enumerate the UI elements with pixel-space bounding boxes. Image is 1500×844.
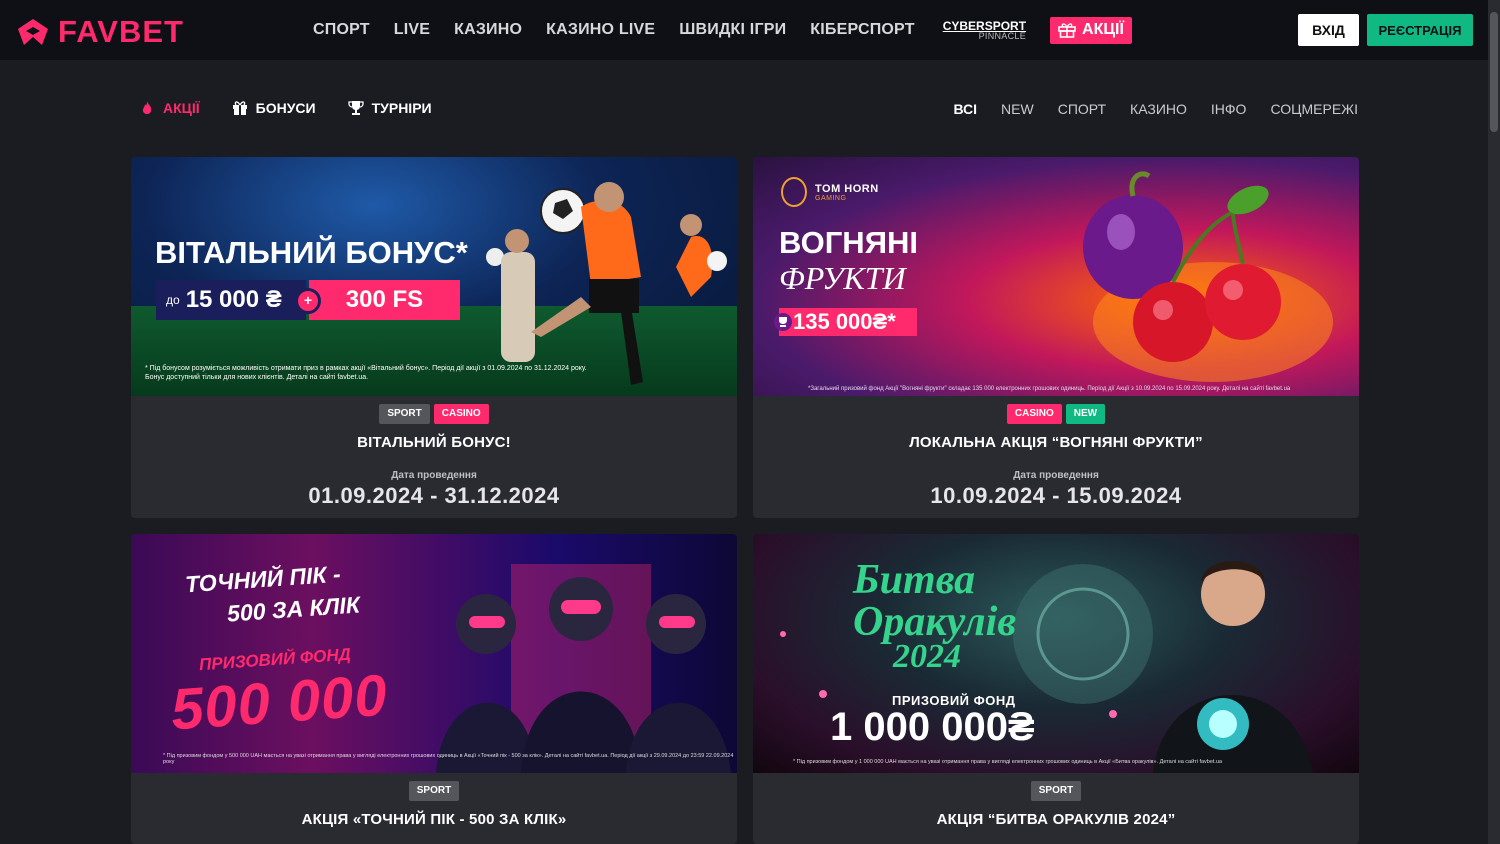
card-tags: SPORT bbox=[753, 781, 1359, 801]
tom-horn-logo: TOM HORN GAMING bbox=[781, 177, 879, 207]
promo-subnav: АКЦІЇ БОНУСИ ТУРНІРИ bbox=[139, 100, 432, 116]
filter-casino[interactable]: КАЗИНО bbox=[1130, 101, 1187, 117]
tag-casino: CASINO bbox=[433, 404, 489, 424]
gift-icon bbox=[1058, 23, 1076, 38]
promo-card[interactable]: Битва Оракулів 2024 ПРИЗОВИЙ ФОНД 1 000 … bbox=[753, 534, 1359, 844]
card-body: SPORT CASINO ВІТАЛЬНИЙ БОНУС! Дата прове… bbox=[131, 396, 737, 509]
prize-amount: 135 000₴* bbox=[793, 309, 896, 334]
category-filters: ВСІ NEW СПОРТ КАЗИНО ІНФО СОЦМЕРЕЖІ bbox=[953, 101, 1358, 117]
banner-title-year: 2024 bbox=[893, 638, 961, 675]
banner-fine-print: *Загальний призовий фонд Акції "Вогняні … bbox=[808, 386, 1291, 392]
nav-casino-live[interactable]: КАЗИНО LIVE bbox=[546, 21, 655, 39]
card-title[interactable]: ЛОКАЛЬНА АКЦІЯ “ВОГНЯНІ ФРУКТИ” bbox=[753, 434, 1359, 451]
card-body: SPORT АКЦІЯ “БИТВА ОРАКУЛІВ 2024” bbox=[753, 773, 1359, 828]
filter-new[interactable]: NEW bbox=[1001, 101, 1034, 117]
date-label: Дата проведення bbox=[391, 470, 477, 481]
banner-subheadline: ФРУКТИ bbox=[779, 260, 906, 296]
promo-banner-fire-fruits[interactable]: TOM HORN GAMING ВОГНЯНІ ФРУКТИ 135 000₴*… bbox=[753, 157, 1359, 396]
pinnacle-label: PINNACLE bbox=[978, 30, 1027, 41]
banner-headline: ВІТАЛЬНИЙ БОНУС* bbox=[155, 235, 468, 270]
filter-info[interactable]: ІНФО bbox=[1211, 101, 1247, 117]
cybersport-pinnacle-link[interactable]: CYBERSPORT PINNACLE bbox=[943, 20, 1026, 41]
card-title[interactable]: АКЦІЯ «ТОЧНИЙ ПІК - 500 ЗА КЛІК» bbox=[131, 811, 737, 828]
top-header: FAVBET СПОРТ LIVE КАЗИНО КАЗИНО LIVE ШВИ… bbox=[0, 0, 1488, 60]
subnav-bonuses[interactable]: БОНУСИ bbox=[232, 100, 316, 116]
prize-fund-amount: 1 000 000₴ bbox=[830, 705, 1035, 749]
card-body: CASINO NEW ЛОКАЛЬНА АКЦІЯ “ВОГНЯНІ ФРУКТ… bbox=[753, 396, 1359, 509]
banner-prize: 135 000₴* bbox=[774, 308, 917, 336]
card-body: SPORT АКЦІЯ «ТОЧНИЙ ПІК - 500 ЗА КЛІК» bbox=[131, 773, 737, 828]
banner-offer-amount: до 15 000 ₴ bbox=[156, 280, 306, 320]
promo-banner-oracles[interactable]: Битва Оракулів 2024 ПРИЗОВИЙ ФОНД 1 000 … bbox=[753, 534, 1359, 773]
plus-icon: + bbox=[295, 288, 321, 314]
nav-casino[interactable]: КАЗИНО bbox=[454, 21, 522, 39]
banner-headline: ТОЧНИЙ ПІК - bbox=[184, 560, 342, 598]
promo-card[interactable]: TOM HORN GAMING ВОГНЯНІ ФРУКТИ 135 000₴*… bbox=[753, 157, 1359, 518]
nav-promotions-button[interactable]: АКЦІЇ bbox=[1050, 16, 1132, 44]
fire-fruits-image bbox=[1083, 171, 1333, 382]
card-title[interactable]: АКЦІЯ “БИТВА ОРАКУЛІВ 2024” bbox=[753, 811, 1359, 828]
nav-live[interactable]: LIVE bbox=[394, 21, 430, 39]
flame-icon bbox=[142, 101, 152, 114]
promo-banner-welcome[interactable]: ВІТАЛЬНИЙ БОНУС* до 15 000 ₴ 300 FS + * … bbox=[131, 157, 737, 396]
tom-horn-icon bbox=[781, 177, 807, 207]
main-nav: СПОРТ LIVE КАЗИНО КАЗИНО LIVE ШВИДКІ ІГР… bbox=[313, 0, 1132, 60]
promo-banner-exact-pick[interactable]: ТОЧНИЙ ПІК - 500 ЗА КЛІК ПРИЗОВИЙ ФОНД 5… bbox=[131, 534, 737, 773]
brand-name: TOM HORN bbox=[815, 182, 879, 195]
page-scrollbar[interactable] bbox=[1488, 0, 1500, 844]
logo-mark-icon bbox=[18, 19, 48, 45]
card-tags: SPORT bbox=[131, 781, 737, 801]
date-label: Дата проведення bbox=[1013, 470, 1099, 481]
trophy-icon bbox=[347, 101, 364, 115]
nav-esport[interactable]: КІБЕРСПОРТ bbox=[810, 21, 914, 39]
tag-sport: SPORT bbox=[379, 404, 430, 424]
nav-fast-games[interactable]: ШВИДКІ ІГРИ bbox=[679, 21, 786, 39]
date-range: 10.09.2024 - 15.09.2024 bbox=[930, 483, 1182, 508]
banner-fine-print: * Під призовим фондом у 500 000 UAH маєт… bbox=[163, 753, 734, 765]
banner-title-line1: Битва bbox=[853, 557, 976, 603]
favbet-logo[interactable]: FAVBET bbox=[16, 14, 184, 50]
offer-prefix: до bbox=[166, 293, 180, 307]
trophy-icon bbox=[774, 313, 792, 331]
gift-icon bbox=[232, 101, 247, 115]
logo-text: FAVBET bbox=[58, 14, 184, 49]
subnav-bonuses-label: БОНУСИ bbox=[255, 100, 316, 116]
tag-sport: SPORT bbox=[408, 781, 460, 801]
nav-sport[interactable]: СПОРТ bbox=[313, 21, 370, 39]
banner-headline-2: 500 ЗА КЛІК bbox=[226, 591, 361, 627]
football-players-image bbox=[486, 182, 727, 385]
tag-new: NEW bbox=[1065, 404, 1106, 424]
filter-all[interactable]: ВСІ bbox=[953, 101, 977, 117]
subnav-promotions-label: АКЦІЇ bbox=[163, 100, 200, 116]
esport-team-image bbox=[436, 564, 731, 773]
nav-promotions-label: АКЦІЇ bbox=[1082, 21, 1124, 38]
subnav-promotions[interactable]: АКЦІЇ bbox=[139, 100, 200, 116]
banner-fine-print: * Під бонусом розуміється можливість отр… bbox=[145, 364, 645, 382]
cybersport-label: CYBERSPORT bbox=[942, 18, 1027, 33]
subnav-tournaments-label: ТУРНІРИ bbox=[371, 100, 432, 116]
brand-sub: GAMING bbox=[815, 194, 847, 202]
date-range: 01.09.2024 - 31.12.2024 bbox=[308, 483, 560, 508]
register-button[interactable]: РЕЄСТРАЦІЯ bbox=[1367, 14, 1473, 46]
offer-amount: 15 000 ₴ bbox=[185, 286, 282, 313]
card-tags: SPORT CASINO bbox=[131, 404, 737, 424]
tag-sport: SPORT bbox=[1030, 781, 1082, 801]
promo-card[interactable]: ТОЧНИЙ ПІК - 500 ЗА КЛІК ПРИЗОВИЙ ФОНД 5… bbox=[131, 534, 737, 844]
prize-fund-amount: 500 000 bbox=[168, 662, 390, 743]
card-tags: CASINO NEW bbox=[753, 404, 1359, 424]
fine-print-line: * Під бонусом розуміється можливість отр… bbox=[145, 365, 587, 372]
filter-social[interactable]: СОЦМЕРЕЖІ bbox=[1270, 101, 1358, 117]
banner-offer-fs: 300 FS bbox=[309, 280, 460, 320]
filter-sport[interactable]: СПОРТ bbox=[1058, 101, 1106, 117]
card-title[interactable]: ВІТАЛЬНИЙ БОНУС! bbox=[131, 434, 737, 451]
banner-headline: ВОГНЯНІ bbox=[779, 225, 918, 260]
tag-casino: CASINO bbox=[1006, 404, 1062, 424]
promo-card[interactable]: ВІТАЛЬНИЙ БОНУС* до 15 000 ₴ 300 FS + * … bbox=[131, 157, 737, 518]
scrollbar-thumb[interactable] bbox=[1490, 12, 1498, 132]
login-button[interactable]: ВХІД bbox=[1298, 14, 1359, 46]
fine-print-line: Бонус доступний тільки для нових клієнті… bbox=[145, 374, 369, 381]
subnav-tournaments[interactable]: ТУРНІРИ bbox=[347, 100, 432, 116]
banner-fine-print: * Під призовим фондом у 1 000 000 UAH ма… bbox=[793, 759, 1223, 765]
